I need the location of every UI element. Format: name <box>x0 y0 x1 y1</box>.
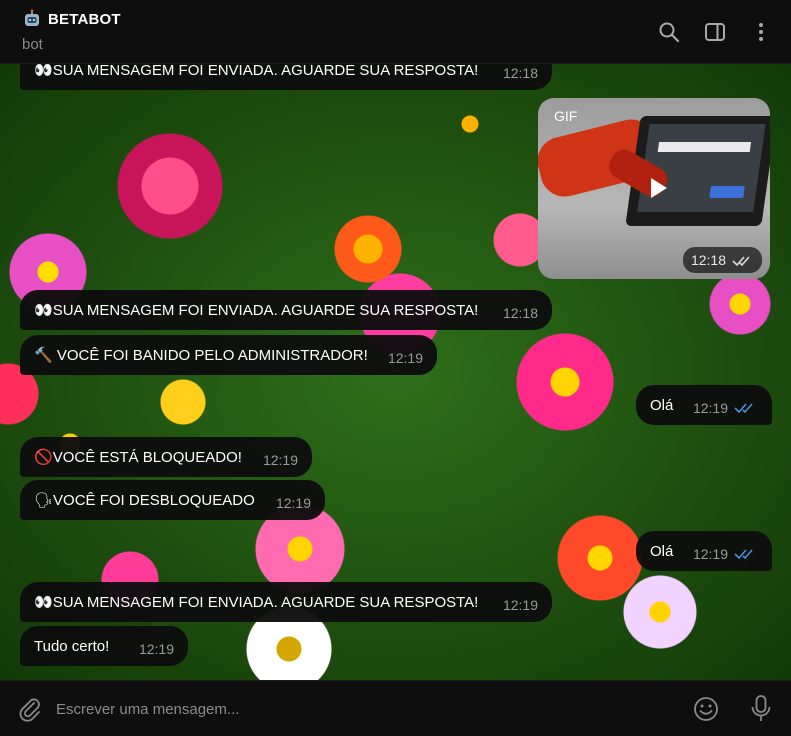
speaking-head-emoji-icon: 🗣 <box>34 492 54 509</box>
message-bubble[interactable]: Tudo certo! 12:19 <box>20 626 188 666</box>
chat-title-row[interactable]: BETABOT <box>22 9 121 29</box>
message-text: 🔨 VOCÊ FOI BANIDO PELO ADMINISTRADOR! <box>34 347 368 364</box>
more-menu-icon[interactable] <box>749 20 773 44</box>
chat-header: BETABOT bot <box>0 0 791 64</box>
eyes-emoji-icon: 👀 <box>34 302 53 319</box>
message-time: 12:19 <box>692 546 728 562</box>
message-bubble[interactable]: 🚫VOCÊ ESTÁ BLOQUEADO! 12:19 <box>20 437 312 477</box>
paperclip-icon[interactable] <box>16 695 44 723</box>
message-time: 12:18 <box>502 305 538 321</box>
chat-subtitle: bot <box>22 36 43 53</box>
message-text: 👀SUA MENSAGEM FOI ENVIADA. AGUARDE SUA R… <box>34 302 479 319</box>
message-time: 12:19 <box>275 495 311 511</box>
message-time: 12:18 <box>502 65 538 81</box>
message-text: 👀SUA MENSAGEM FOI ENVIADA. AGUARDE SUA R… <box>34 594 479 611</box>
message-text: Olá <box>650 396 674 414</box>
read-ticks-icon <box>734 547 758 561</box>
gif-meta: 12:18 <box>682 247 762 273</box>
message-bubble[interactable]: Olá 12:19 <box>636 531 772 571</box>
message-time: 12:18 <box>690 252 726 268</box>
read-ticks-icon <box>734 401 758 415</box>
read-ticks-icon <box>732 254 754 267</box>
emoji-icon[interactable] <box>692 695 720 723</box>
message-bubble[interactable]: 👀SUA MENSAGEM FOI ENVIADA. AGUARDE SUA R… <box>20 290 552 330</box>
message-bubble[interactable]: 🗣VOCÊ FOI DESBLOQUEADO 12:19 <box>20 480 325 520</box>
robot-icon <box>22 9 42 29</box>
message-input[interactable] <box>56 689 656 729</box>
gif-message[interactable]: GIF 12:18 <box>538 98 770 279</box>
message-bubble[interactable]: 👀SUA MENSAGEM FOI ENVIADA. AGUARDE SUA R… <box>20 64 552 90</box>
chat-area[interactable]: 👀SUA MENSAGEM FOI ENVIADA. AGUARDE SUA R… <box>0 64 791 680</box>
message-text: Tudo certo! <box>34 637 110 655</box>
message-bubble[interactable]: 👀SUA MENSAGEM FOI ENVIADA. AGUARDE SUA R… <box>20 582 552 622</box>
play-icon[interactable] <box>642 173 672 203</box>
search-icon[interactable] <box>657 20 681 44</box>
message-text: 🚫VOCÊ ESTÁ BLOQUEADO! <box>34 449 242 466</box>
message-bubble[interactable]: 🔨 VOCÊ FOI BANIDO PELO ADMINISTRADOR! 12… <box>20 335 437 375</box>
eyes-emoji-icon: 👀 <box>34 594 53 611</box>
message-text: 🗣VOCÊ FOI DESBLOQUEADO <box>34 492 255 509</box>
hammer-emoji-icon: 🔨 <box>34 347 53 364</box>
chat-title: BETABOT <box>48 10 121 28</box>
message-time: 12:19 <box>138 641 174 657</box>
no-entry-emoji-icon: 🚫 <box>34 449 53 466</box>
sidebar-toggle-icon[interactable] <box>703 20 727 44</box>
microphone-icon[interactable] <box>748 694 774 724</box>
message-text: Olá <box>650 542 674 560</box>
message-composer <box>0 680 791 736</box>
message-time: 12:19 <box>262 452 298 468</box>
message-text: 👀SUA MENSAGEM FOI ENVIADA. AGUARDE SUA R… <box>34 64 479 79</box>
eyes-emoji-icon: 👀 <box>34 64 53 79</box>
message-bubble[interactable]: Olá 12:19 <box>636 385 772 425</box>
message-time: 12:19 <box>692 400 728 416</box>
gif-label: GIF <box>554 108 578 124</box>
message-time: 12:19 <box>387 350 423 366</box>
message-time: 12:19 <box>502 597 538 613</box>
